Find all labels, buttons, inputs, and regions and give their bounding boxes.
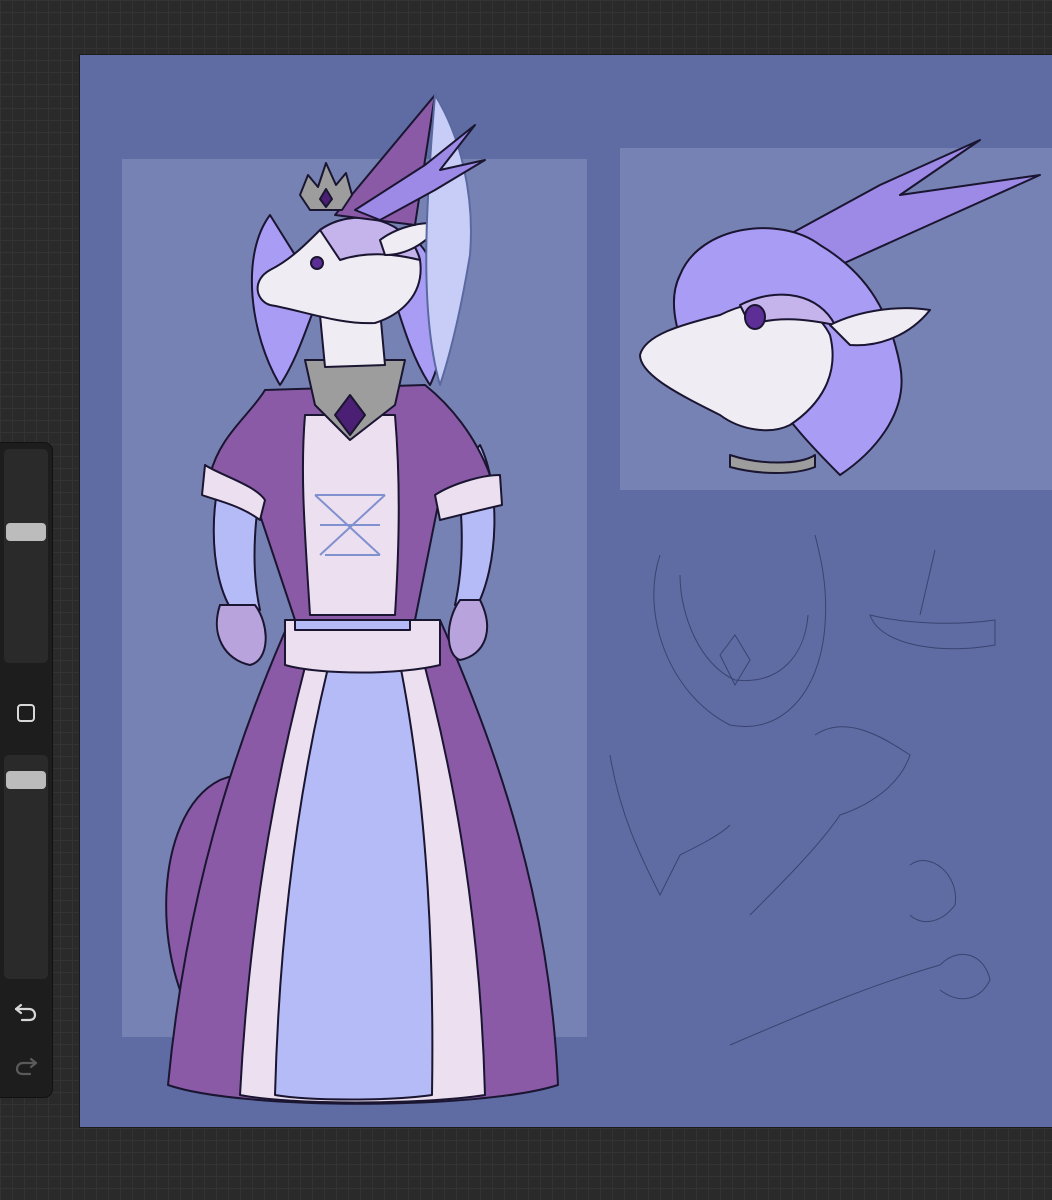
artwork-drawing bbox=[122, 94, 1052, 1105]
redo-arrow-icon bbox=[15, 1057, 38, 1076]
sketch-rose-top bbox=[909, 860, 956, 923]
sketch-crown bbox=[869, 614, 996, 650]
sketch-rose-bottom bbox=[939, 953, 991, 1000]
artwork-canvas[interactable] bbox=[80, 55, 1052, 1127]
undo-button[interactable] bbox=[12, 997, 40, 1025]
brush-opacity-slider[interactable] bbox=[4, 755, 48, 979]
tool-sidebar bbox=[0, 443, 52, 1097]
headshot-eye bbox=[744, 304, 766, 330]
square-icon bbox=[17, 704, 35, 722]
sketch-crown-spike bbox=[919, 549, 936, 616]
brush-size-slider[interactable] bbox=[4, 449, 48, 663]
sketch-flask bbox=[609, 754, 731, 897]
sketch-necklace bbox=[653, 534, 827, 727]
sketch-rose-stem bbox=[729, 964, 941, 1046]
redo-button[interactable] bbox=[12, 1051, 40, 1079]
brush-opacity-thumb[interactable] bbox=[6, 771, 46, 789]
undo-arrow-icon bbox=[14, 1003, 37, 1022]
sketch-studies bbox=[609, 534, 996, 1046]
brush-size-thumb[interactable] bbox=[6, 523, 46, 541]
bodice-front bbox=[301, 414, 400, 616]
sketch-brush bbox=[749, 726, 911, 916]
sketch-necklace-gem bbox=[719, 634, 751, 687]
eye bbox=[310, 256, 324, 270]
modify-button[interactable] bbox=[14, 701, 38, 725]
sketch-necklace-inner bbox=[679, 574, 809, 682]
